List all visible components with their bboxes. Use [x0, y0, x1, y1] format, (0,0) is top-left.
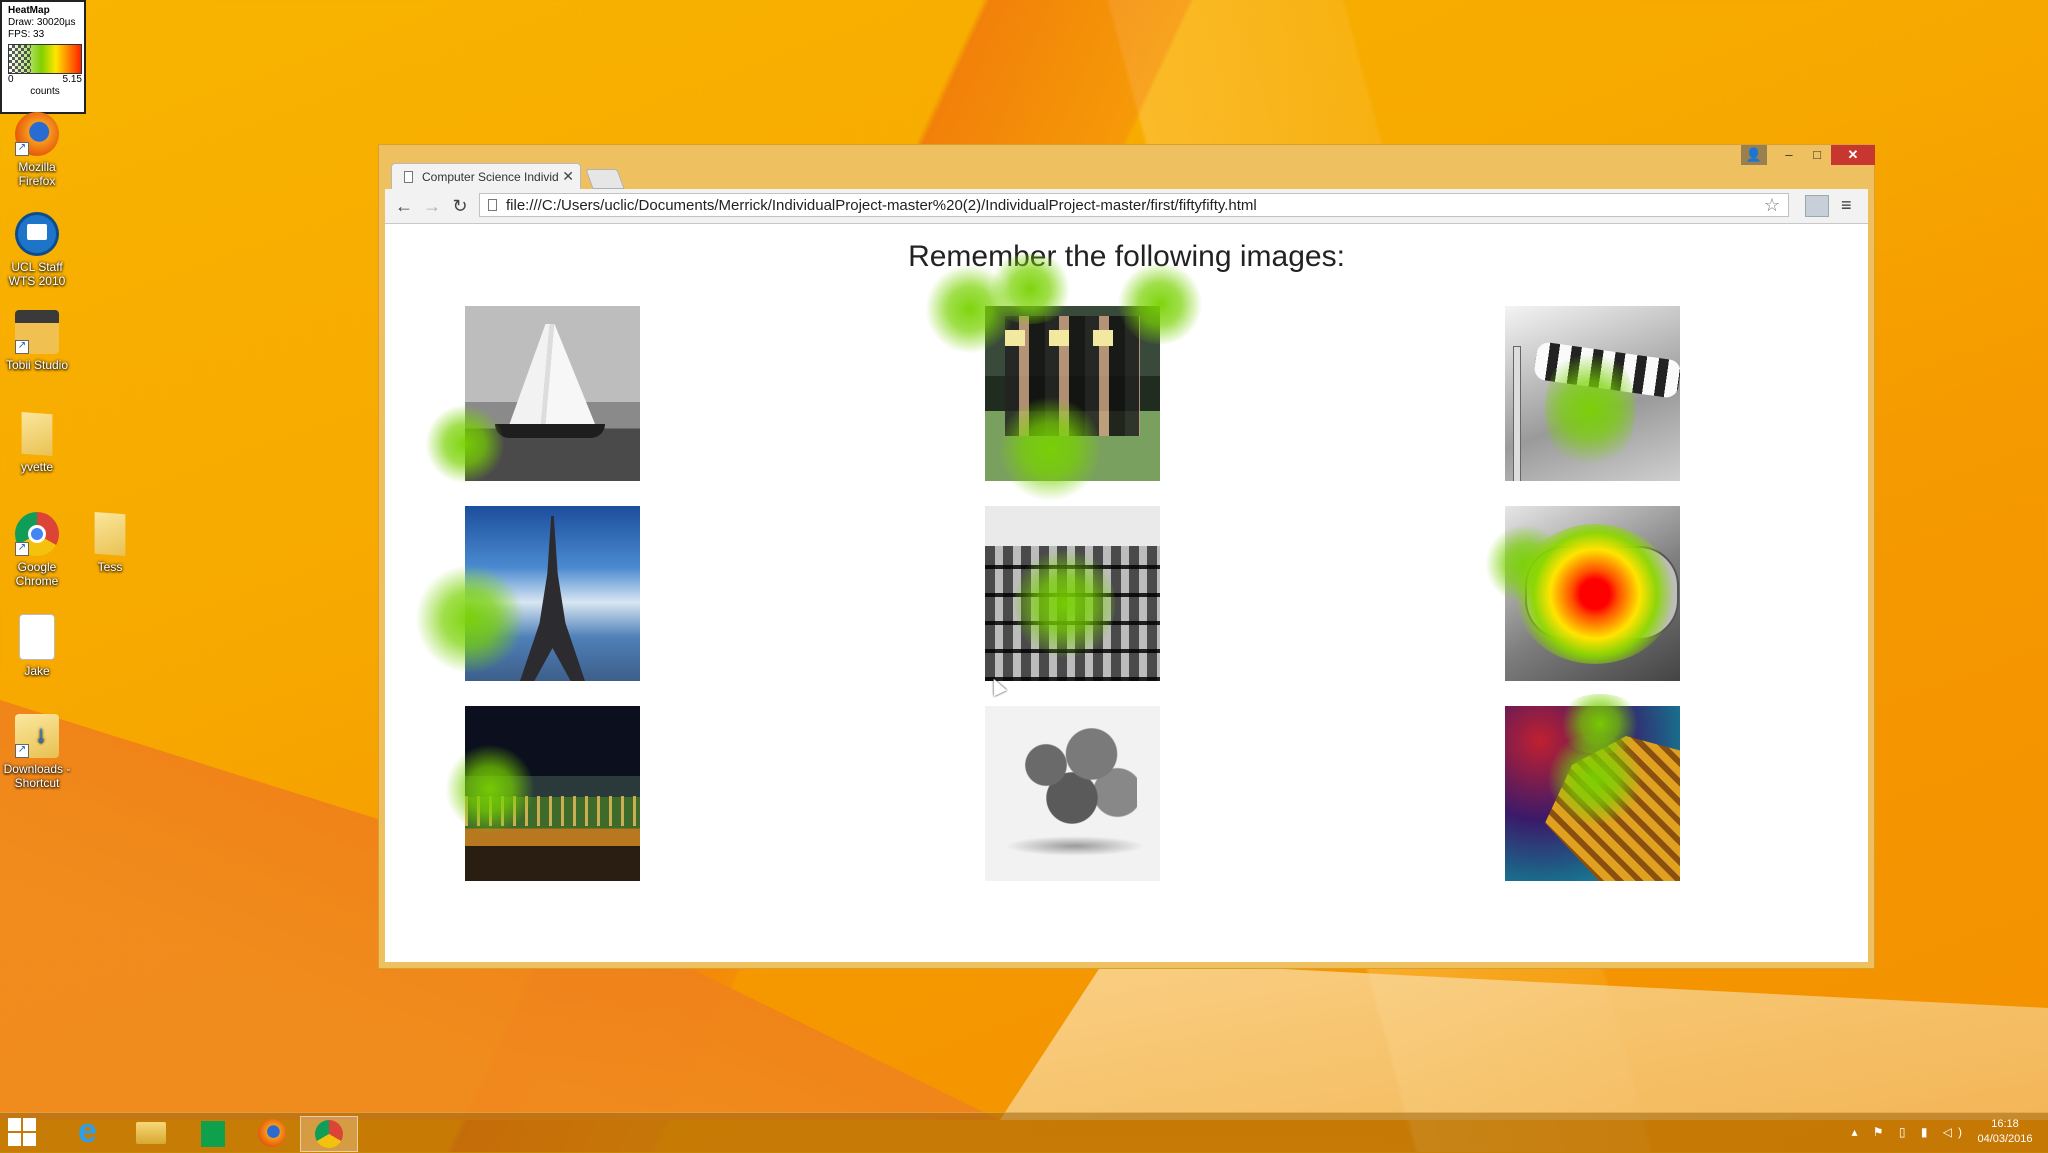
address-bar[interactable]: file:///C:/Users/uclic/Documents/Merrick…: [479, 193, 1789, 217]
desktop-icon-downloads-shortcut[interactable]: ↗ Downloads - Shortcut: [0, 714, 75, 790]
maximize-button[interactable]: □: [1805, 145, 1829, 165]
heatmap-title: HeatMap: [8, 5, 50, 16]
desktop-icon-label: UCL Staff WTS 2010: [8, 260, 66, 288]
browser-toolbar: ← → ↻ file:///C:/Users/uclic/Documents/M…: [385, 189, 1868, 224]
page-icon: [404, 171, 413, 183]
heatmap-unit: counts: [30, 86, 60, 97]
chrome-icon: ↗: [15, 512, 59, 556]
heatmap-legend: HeatMap Draw: 30020µs FPS: 33 0 5.15 cou…: [0, 0, 86, 114]
tab-title: Computer Science Individu: [422, 170, 566, 184]
image-eiffel-tower: [465, 506, 640, 681]
image-sailing-ship: [465, 306, 640, 481]
image-windsock: [1505, 306, 1680, 481]
image-marathon-runners: [985, 306, 1160, 481]
desktop-icon-tess[interactable]: Tess: [72, 512, 148, 574]
bookmark-star-icon[interactable]: ☆: [1764, 195, 1780, 216]
desktop-icon-firefox[interactable]: ↗ Mozilla Firefox: [0, 112, 75, 188]
minimize-button[interactable]: –: [1777, 145, 1801, 165]
chrome-icon[interactable]: [300, 1116, 358, 1152]
new-tab-button[interactable]: [585, 169, 625, 189]
heatmap-color-scale: [8, 44, 82, 74]
browser-tab[interactable]: Computer Science Individu ✕: [391, 163, 581, 189]
desktop-icon-label: Google Chrome: [15, 560, 59, 588]
folder-icon: [94, 512, 126, 556]
extension-icon[interactable]: [1805, 195, 1829, 217]
reload-icon[interactable]: ↻: [449, 196, 471, 216]
chrome-window: Computer Science Individu ✕ 👤 – □ ✕ ← → …: [378, 144, 1875, 969]
page-content: Remember the following images:: [385, 224, 1868, 962]
desktop-icon-chrome[interactable]: ↗ Google Chrome: [0, 512, 75, 588]
image-machine-part: [1505, 506, 1680, 681]
firefox-icon[interactable]: [244, 1116, 300, 1150]
store-icon[interactable]: [184, 1116, 240, 1150]
clock-time: 16:18: [1991, 1118, 2019, 1130]
clock[interactable]: 16:18 04/03/2016: [1970, 1117, 2040, 1147]
url-text: file:///C:/Users/uclic/Documents/Merrick…: [506, 197, 1257, 214]
system-tray[interactable]: ▴ ⚑ ▯ ▮ ◁): [1851, 1125, 1968, 1139]
desktop-icon-yvette[interactable]: yvette: [0, 412, 75, 474]
document-icon: [19, 614, 55, 660]
heatmap-fps: FPS: 33: [8, 29, 45, 40]
user-profile-icon[interactable]: 👤: [1741, 145, 1767, 165]
remote-desktop-icon: [15, 212, 59, 256]
file-explorer-icon[interactable]: [122, 1116, 178, 1150]
heatmap-draw-time: Draw: 30020µs: [8, 17, 76, 28]
menu-icon[interactable]: ≡: [1841, 195, 1852, 216]
firefox-icon: ↗: [15, 112, 59, 156]
page-heading: Remember the following images:: [908, 240, 1345, 273]
internet-explorer-icon[interactable]: [62, 1112, 118, 1151]
page-icon: [488, 199, 497, 211]
image-bridge-night: [465, 706, 640, 881]
desktop-icon-label: Mozilla Firefox: [18, 160, 56, 188]
desktop-icon-jake[interactable]: Jake: [0, 614, 75, 678]
heatmap-scale-max: 5.15: [62, 74, 82, 85]
image-building: [985, 506, 1160, 681]
image-dragon: [1505, 706, 1680, 881]
clock-date: 04/03/2016: [1977, 1133, 2033, 1145]
back-arrow-icon[interactable]: ←: [393, 196, 415, 216]
heatmap-scale-min: 0: [8, 74, 14, 85]
close-button[interactable]: ✕: [1831, 145, 1875, 165]
tab-close-icon[interactable]: ✕: [559, 168, 574, 185]
image-oranges: [985, 706, 1160, 881]
desktop-icon-label: Jake: [24, 664, 50, 678]
forward-arrow-icon[interactable]: →: [421, 196, 443, 216]
desktop-icon-label: Tobii Studio: [5, 358, 69, 372]
desktop-icon-label: Tess: [97, 560, 123, 574]
desktop-icon-tobii-studio[interactable]: ↗ Tobii Studio: [0, 310, 75, 372]
taskbar: ▴ ⚑ ▯ ▮ ◁) 16:18 04/03/2016: [0, 1112, 2048, 1153]
start-icon[interactable]: [8, 1118, 38, 1148]
desktop-icon-label: Downloads - Shortcut: [3, 762, 71, 790]
tobii-studio-icon: ↗: [15, 310, 59, 354]
desktop-icon-label: yvette: [20, 460, 53, 474]
desktop-icon-ucl-staff-wts[interactable]: UCL Staff WTS 2010: [0, 212, 75, 288]
folder-icon: [21, 412, 53, 456]
downloads-folder-icon: ↗: [15, 714, 59, 758]
